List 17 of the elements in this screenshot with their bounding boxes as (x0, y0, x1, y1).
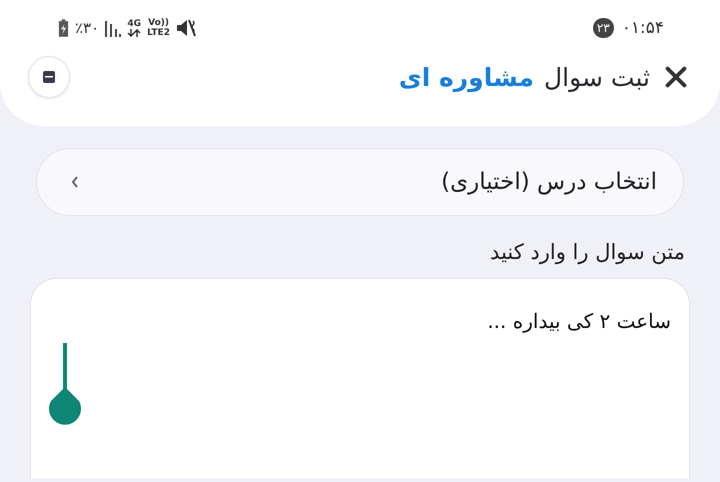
ticket-button[interactable] (28, 56, 70, 98)
page-title: ثبت سوال (544, 62, 650, 92)
signal-icon (105, 19, 122, 37)
page-title-highlight: مشاوره ای (398, 62, 534, 92)
data-arrows-icon (127, 29, 142, 37)
question-label: متن سوال را وارد کنید (489, 240, 685, 264)
course-select[interactable]: انتخاب درس (اختیاری) (36, 148, 684, 216)
lte-label: LTE2 (147, 28, 170, 38)
volte-label: Vo)) (148, 18, 170, 28)
chevron-left-icon (71, 176, 79, 188)
notification-count: ۲۳ (592, 18, 614, 38)
battery-percent: ٪۳۰ (75, 19, 100, 37)
question-input[interactable]: ساعت ۲ کی بیداره ... (30, 278, 690, 478)
mute-icon (176, 18, 198, 38)
battery-icon (58, 18, 69, 38)
status-time: ۰۱:۵۴ (622, 18, 664, 38)
network-type: 4G (127, 19, 141, 29)
